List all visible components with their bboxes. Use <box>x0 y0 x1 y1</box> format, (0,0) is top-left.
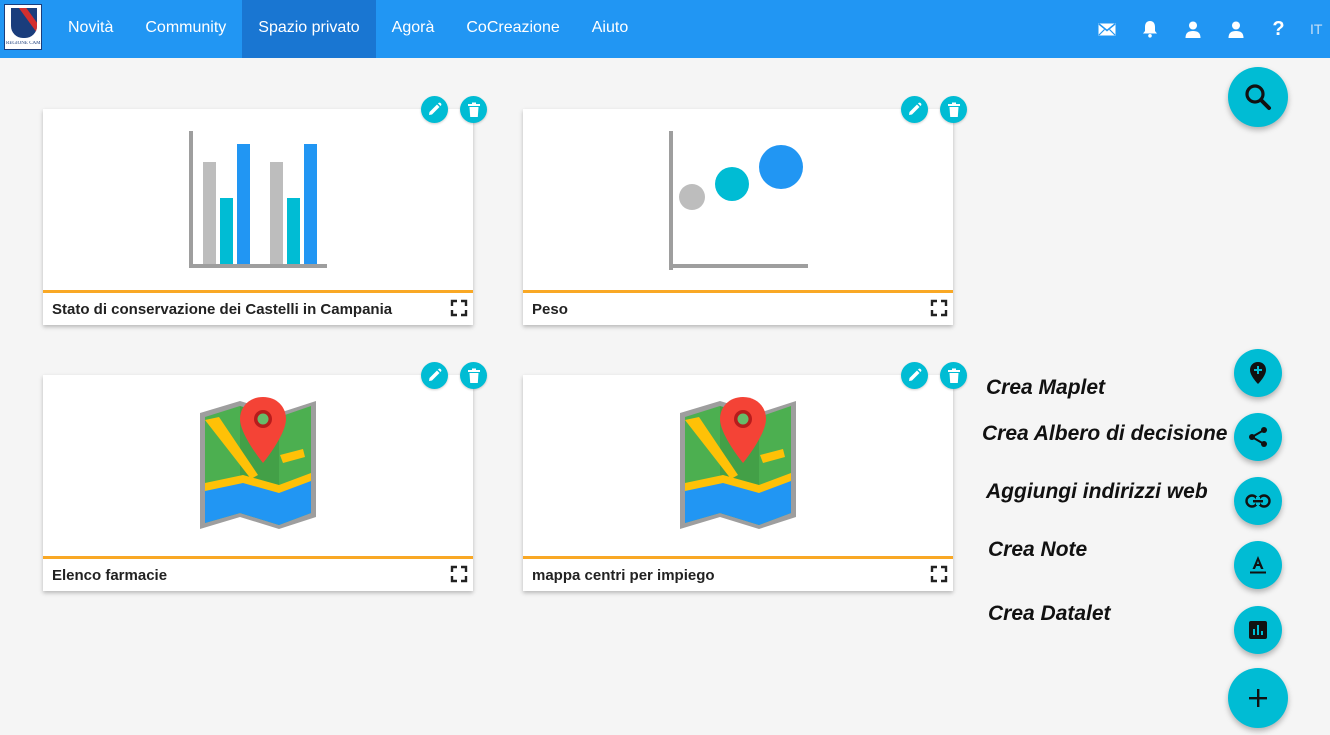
edit-button[interactable] <box>901 362 928 389</box>
nav-item-aiuto[interactable]: Aiuto <box>576 0 644 58</box>
maplet-card[interactable]: Elenco farmacie <box>43 375 473 591</box>
pencil-icon <box>909 102 922 115</box>
card-title: Stato di conservazione dei Castelli in C… <box>52 301 393 318</box>
top-icon-bar: ? IT <box>1085 0 1330 58</box>
top-navigation-bar: REGIONE CAMPANIA Novità Community Spazio… <box>0 0 1330 58</box>
delete-button[interactable] <box>460 362 487 389</box>
card-divider <box>523 290 953 293</box>
profile-icon[interactable] <box>1214 0 1257 58</box>
datalet-card[interactable]: Stato di conservazione dei Castelli in C… <box>43 109 473 325</box>
map-icon <box>200 397 316 529</box>
fab-label-crea-note: Crea Note <box>988 538 1088 561</box>
card-divider <box>43 290 473 293</box>
plus-icon <box>1249 689 1267 707</box>
nav-item-novita[interactable]: Novità <box>52 0 129 58</box>
add-location-icon <box>1250 362 1266 384</box>
search-icon <box>1245 84 1271 110</box>
edit-button[interactable] <box>421 362 448 389</box>
nav-item-agora[interactable]: Agorà <box>376 0 451 58</box>
aggiungi-indirizzi-button[interactable] <box>1234 477 1282 525</box>
card-title: Elenco farmacie <box>52 567 168 584</box>
fullscreen-icon[interactable] <box>450 299 468 317</box>
trash-icon <box>467 368 480 383</box>
edit-button[interactable] <box>901 96 928 123</box>
delete-button[interactable] <box>940 362 967 389</box>
delete-button[interactable] <box>940 96 967 123</box>
regione-campania-logo[interactable]: REGIONE CAMPANIA <box>4 4 42 50</box>
delete-button[interactable] <box>460 96 487 123</box>
add-button[interactable] <box>1228 668 1288 728</box>
pencil-icon <box>429 102 442 115</box>
link-icon <box>1245 494 1271 508</box>
card-title: mappa centri per impiego <box>532 567 715 584</box>
logo-caption: REGIONE CAMPANIA <box>6 41 42 46</box>
fullscreen-icon[interactable] <box>930 299 948 317</box>
fullscreen-icon[interactable] <box>930 565 948 583</box>
help-icon[interactable]: ? <box>1257 0 1300 58</box>
fab-label-crea-datalet: Crea Datalet <box>988 602 1111 625</box>
fab-label-crea-maplet: Crea Maplet <box>986 376 1106 399</box>
fab-label-aggiungi-indirizzi: Aggiungi indirizzi web <box>986 480 1208 503</box>
trash-icon <box>947 102 960 117</box>
main-nav: Novità Community Spazio privato Agorà Co… <box>52 0 644 58</box>
crea-datalet-button[interactable] <box>1234 606 1282 654</box>
crea-note-button[interactable] <box>1234 541 1282 589</box>
mail-icon[interactable] <box>1085 0 1128 58</box>
nav-item-community[interactable]: Community <box>129 0 242 58</box>
language-selector[interactable]: IT <box>1300 21 1330 37</box>
pencil-icon <box>429 368 442 381</box>
text-format-icon <box>1250 556 1266 574</box>
crea-maplet-button[interactable] <box>1234 349 1282 397</box>
nav-item-cocreazione[interactable]: CoCreazione <box>450 0 575 58</box>
share-icon <box>1249 427 1267 447</box>
crea-albero-button[interactable] <box>1234 413 1282 461</box>
bubble-chart-icon <box>669 131 808 270</box>
bar-chart-icon <box>189 131 327 268</box>
logo-shield <box>11 8 37 38</box>
trash-icon <box>947 368 960 383</box>
search-button[interactable] <box>1228 67 1288 127</box>
fullscreen-icon[interactable] <box>450 565 468 583</box>
maplet-card[interactable]: mappa centri per impiego <box>523 375 953 591</box>
user-icon[interactable] <box>1171 0 1214 58</box>
edit-button[interactable] <box>421 96 448 123</box>
trash-icon <box>467 102 480 117</box>
card-divider <box>43 556 473 559</box>
datalet-card[interactable]: Peso <box>523 109 953 325</box>
card-title: Peso <box>532 301 568 318</box>
map-icon <box>680 397 796 529</box>
bar-chart-icon <box>1249 621 1267 639</box>
pencil-icon <box>909 368 922 381</box>
bell-icon[interactable] <box>1128 0 1171 58</box>
fab-label-crea-albero: Crea Albero di decisione <box>982 422 1228 445</box>
card-divider <box>523 556 953 559</box>
nav-item-spazio-privato[interactable]: Spazio privato <box>242 0 376 58</box>
